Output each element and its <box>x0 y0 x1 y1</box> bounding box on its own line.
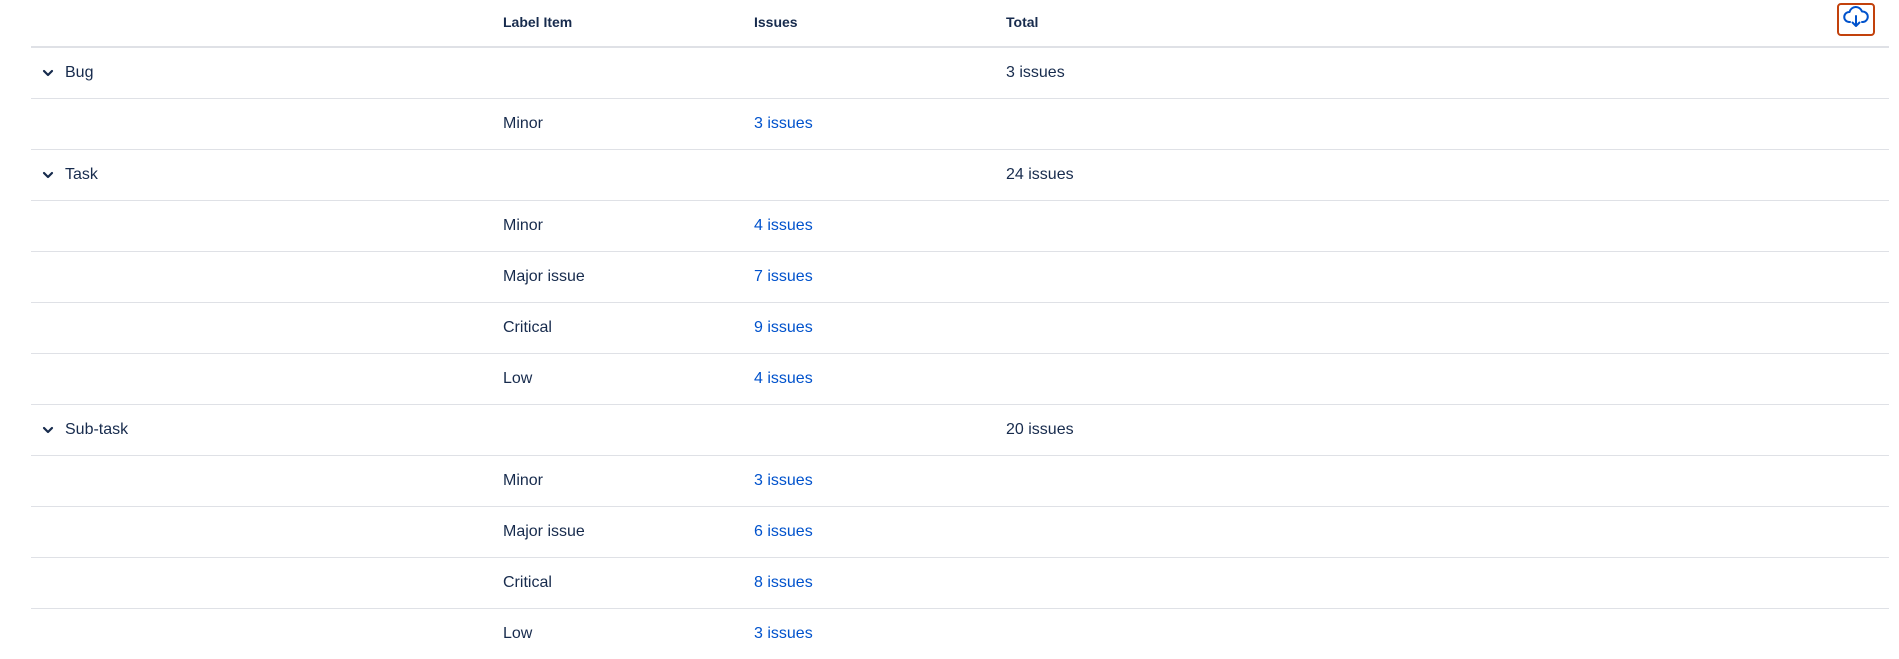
issues-link[interactable]: 9 issues <box>754 303 813 353</box>
group-toggle[interactable]: Sub-task <box>41 405 128 455</box>
group-total: 3 issues <box>1006 64 1065 81</box>
cloud-download-icon[interactable] <box>1843 5 1869 34</box>
label-item: Low <box>503 625 533 642</box>
label-item: Minor <box>503 217 544 234</box>
issues-link[interactable]: 3 issues <box>754 456 813 506</box>
issues-link[interactable]: 3 issues <box>754 99 813 149</box>
label-item: Major issue <box>503 523 585 540</box>
issues-link[interactable]: 4 issues <box>754 201 813 251</box>
label-item: Minor <box>503 472 544 489</box>
label-item: Critical <box>503 574 552 591</box>
issues-link[interactable]: 7 issues <box>754 252 813 302</box>
issue-table: Label Item Issues Total Bug 3 issues Min… <box>31 0 1889 659</box>
table-row: Low 3 issues <box>31 609 1889 659</box>
table-row: Minor 3 issues <box>31 99 1889 150</box>
group-toggle[interactable]: Task <box>41 150 98 200</box>
group-row-task[interactable]: Task 24 issues <box>31 150 1889 201</box>
chevron-down-icon[interactable] <box>41 168 55 182</box>
label-item: Major issue <box>503 268 585 285</box>
label-item: Minor <box>503 115 544 132</box>
label-item: Critical <box>503 319 552 336</box>
table-row: Critical 9 issues <box>31 303 1889 354</box>
issues-link[interactable]: 6 issues <box>754 507 813 557</box>
table-header: Label Item Issues Total <box>31 0 1889 48</box>
group-toggle[interactable]: Bug <box>41 48 93 98</box>
group-row-bug[interactable]: Bug 3 issues <box>31 48 1889 99</box>
chevron-down-icon[interactable] <box>41 423 55 437</box>
table-row: Minor 3 issues <box>31 456 1889 507</box>
issues-link[interactable]: 3 issues <box>754 609 813 659</box>
group-total: 20 issues <box>1006 421 1074 438</box>
table-row: Major issue 7 issues <box>31 252 1889 303</box>
chevron-down-icon[interactable] <box>41 66 55 80</box>
label-item: Low <box>503 370 533 387</box>
issues-link[interactable]: 4 issues <box>754 354 813 404</box>
report-page: Label Item Issues Total Bug 3 issues Min… <box>0 0 1899 659</box>
table-row: Low 4 issues <box>31 354 1889 405</box>
header-total: Total <box>1006 14 1039 30</box>
download-button[interactable] <box>1837 3 1875 36</box>
group-total: 24 issues <box>1006 166 1074 183</box>
group-row-sub-task[interactable]: Sub-task 20 issues <box>31 405 1889 456</box>
table-row: Major issue 6 issues <box>31 507 1889 558</box>
group-name: Task <box>65 166 98 183</box>
issues-link[interactable]: 8 issues <box>754 558 813 608</box>
table-row: Minor 4 issues <box>31 201 1889 252</box>
header-label-item: Label Item <box>503 14 573 30</box>
group-name: Bug <box>65 64 94 81</box>
group-name: Sub-task <box>65 421 129 438</box>
header-issues: Issues <box>754 14 798 30</box>
table-row: Critical 8 issues <box>31 558 1889 609</box>
